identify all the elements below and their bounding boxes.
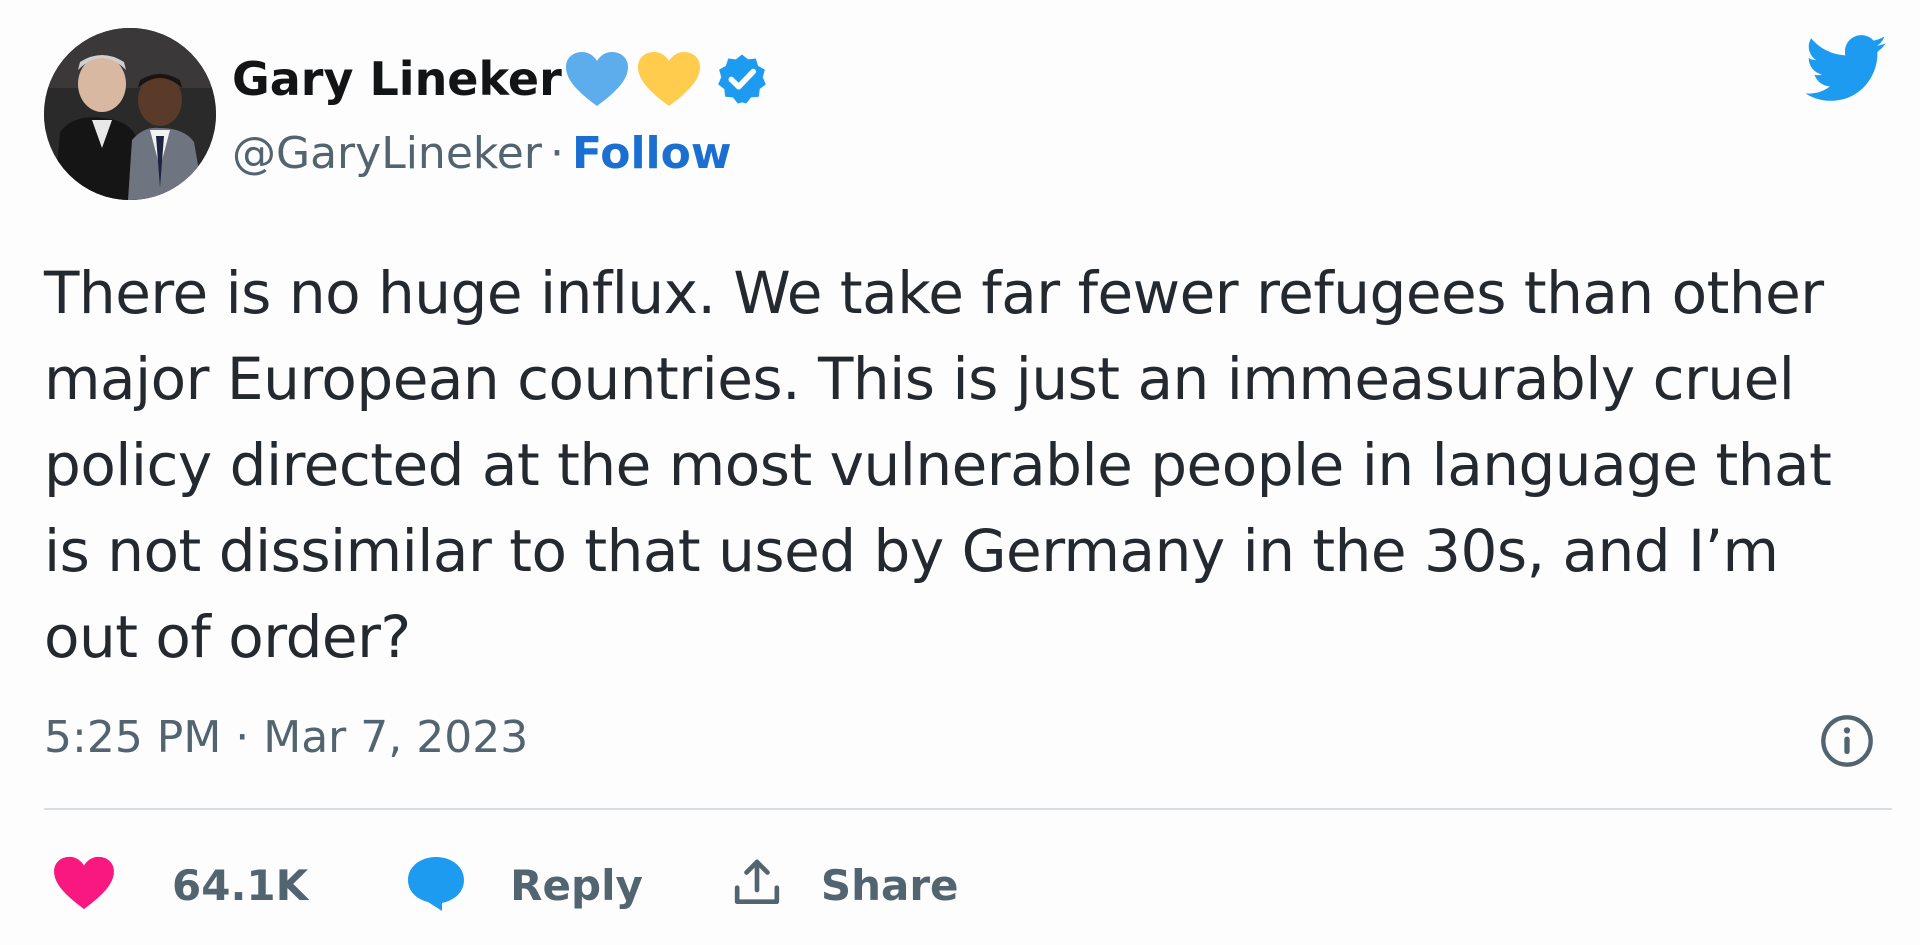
follow-link[interactable]: Follow <box>572 128 732 179</box>
reply-button[interactable]: Reply <box>404 853 643 917</box>
blue-heart-icon <box>564 50 630 112</box>
actions-divider <box>44 808 1892 810</box>
embedded-tweet: Gary Lineker @GaryLineker · Follow There… <box>0 0 1920 945</box>
verified-badge-icon <box>714 51 770 111</box>
reply-label: Reply <box>510 860 643 910</box>
share-upload-icon <box>729 855 785 915</box>
author-handle-row: @GaryLineker · Follow <box>232 128 732 179</box>
share-label: Share <box>820 860 959 910</box>
author-handle[interactable]: @GaryLineker <box>232 128 542 179</box>
handle-separator: · <box>549 128 564 179</box>
author-display-name[interactable]: Gary Lineker <box>232 52 562 106</box>
speech-bubble-icon <box>404 853 468 917</box>
avatar-photo <box>44 28 216 200</box>
info-icon[interactable] <box>1818 712 1876 774</box>
like-button[interactable]: 64.1K <box>52 855 308 915</box>
heart-icon <box>52 855 116 915</box>
like-count: 64.1K <box>172 860 309 910</box>
share-button[interactable]: Share <box>729 855 959 915</box>
twitter-bird-icon[interactable] <box>1805 34 1888 108</box>
name-badges <box>564 50 770 112</box>
tweet-text: There is no huge influx. We take far few… <box>44 259 1832 671</box>
tweet-timestamp[interactable]: 5:25 PM · Mar 7, 2023 <box>44 712 528 763</box>
tweet-actions: 64.1K Reply Share <box>52 852 959 918</box>
avatar[interactable] <box>44 28 216 200</box>
author-name-text: Gary Lineker <box>232 52 562 106</box>
yellow-heart-icon <box>636 50 702 112</box>
